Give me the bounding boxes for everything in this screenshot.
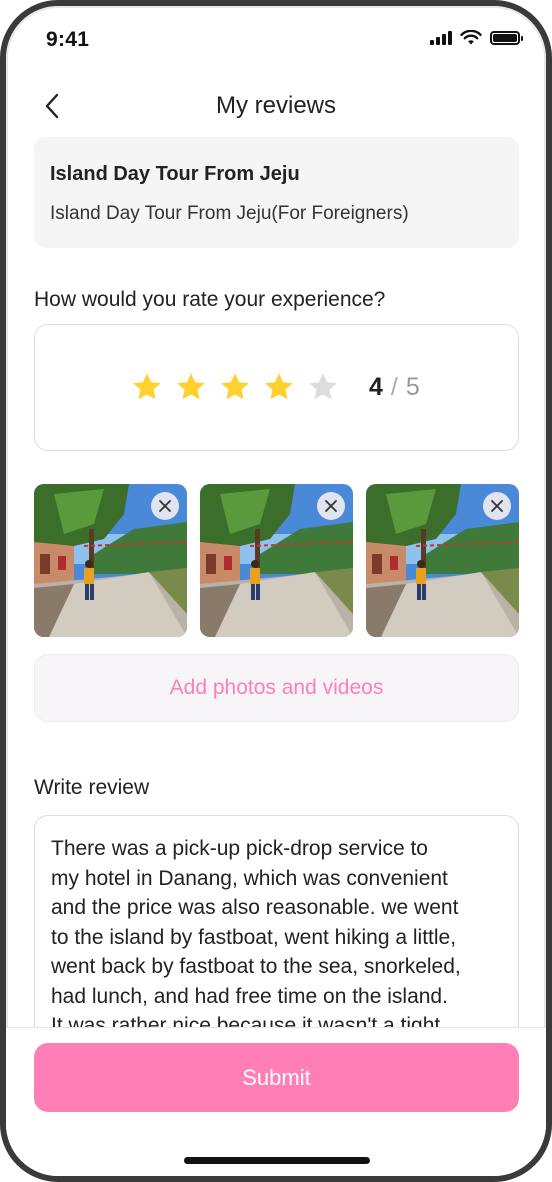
rating-max: 5: [405, 373, 420, 401]
write-review-label: Write review: [34, 776, 150, 799]
star-rating[interactable]: [131, 371, 339, 403]
submit-button[interactable]: Submit: [34, 1043, 519, 1112]
battery-icon: [490, 31, 523, 45]
review-line: had lunch, and had free time on the isla…: [51, 984, 448, 1008]
review-photo[interactable]: [366, 484, 519, 637]
star-icon-3[interactable]: [219, 371, 251, 403]
review-line: to the island by fastboat, went hiking a…: [51, 925, 457, 949]
home-indicator: [184, 1157, 370, 1164]
review-text: There was a pick-up pick-drop service to…: [51, 834, 502, 1041]
rating-box: 4/5: [34, 324, 519, 451]
review-line: my hotel in Danang, which was convenient: [51, 866, 448, 890]
phone-frame: 9:41 My reviews Island Day Tour From Jej…: [0, 0, 552, 1182]
star-icon-4[interactable]: [263, 371, 295, 403]
review-line: went back by fastboat to the sea, snorke…: [51, 955, 461, 978]
remove-photo-button[interactable]: [483, 492, 511, 520]
status-icons: [430, 30, 523, 46]
page-title: My reviews: [215, 92, 336, 119]
star-icon-1[interactable]: [131, 371, 163, 403]
rating-readout: 4/5: [369, 373, 420, 402]
add-photos-button[interactable]: Add photos and videos: [34, 654, 519, 722]
rating-question: How would you rate your experience?: [34, 288, 386, 311]
star-icon-2[interactable]: [175, 371, 207, 403]
status-time: 9:41: [46, 28, 90, 51]
product-title: Island Day Tour From Jeju: [50, 163, 300, 185]
rating-separator: /: [390, 373, 398, 401]
remove-photo-button[interactable]: [317, 492, 345, 520]
rating-value: 4: [369, 373, 383, 401]
review-line: and the price was also reasonable. we we…: [51, 896, 459, 919]
star-icon-5[interactable]: [307, 371, 339, 403]
remove-photo-button[interactable]: [151, 492, 179, 520]
review-line: There was a pick-up pick-drop service to: [51, 837, 428, 860]
cellular-signal-icon: [430, 31, 452, 45]
product-card: Island Day Tour From Jeju Island Day Tou…: [34, 137, 519, 248]
review-photo[interactable]: [34, 484, 187, 637]
review-photo[interactable]: [200, 484, 353, 637]
wifi-icon: [460, 30, 482, 45]
product-subtitle: Island Day Tour From Jeju(For Foreigners…: [50, 203, 409, 224]
close-icon: [325, 500, 337, 512]
close-icon: [491, 500, 503, 512]
close-icon: [159, 500, 171, 512]
